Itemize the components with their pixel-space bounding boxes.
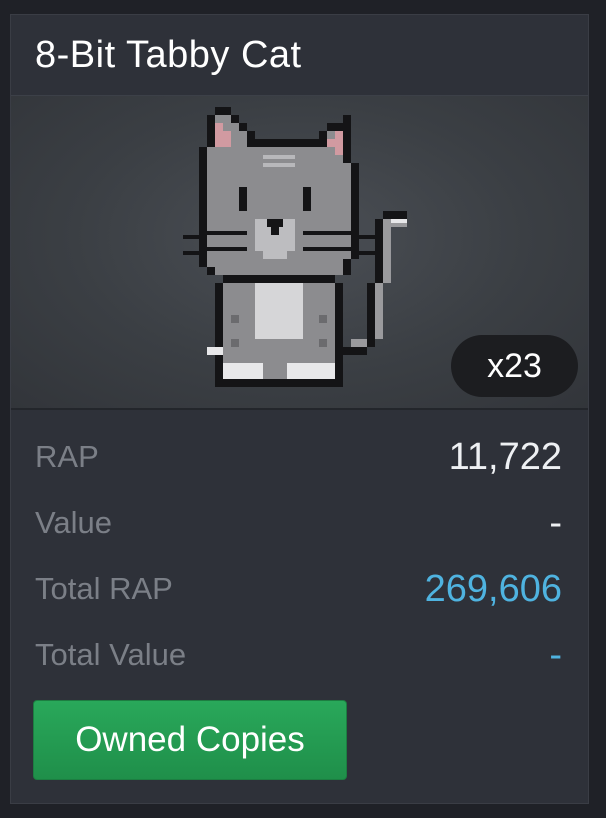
stat-row-total-rap: Total RAP 269,606 [35,556,562,622]
owned-copies-button[interactable]: Owned Copies [33,700,347,780]
value-label: Value [35,505,112,540]
rap-label: RAP [35,439,99,474]
item-count-badge: x23 [451,335,578,397]
card-header: 8-Bit Tabby Cat [11,15,588,96]
pixel-tabby-cat-icon [183,107,407,387]
total-rap-value: 269,606 [424,567,562,610]
stat-row-value: Value - [35,490,562,556]
stat-row-rap: RAP 11,722 [35,424,562,490]
total-rap-label: Total RAP [35,571,173,606]
item-title[interactable]: 8-Bit Tabby Cat [35,34,302,77]
total-value-label: Total Value [35,637,187,672]
item-stats: RAP 11,722 Value - Total RAP 269,606 Tot… [11,410,588,688]
total-value-value: - [549,633,562,676]
value-value: - [549,501,562,544]
item-thumbnail[interactable]: x23 [11,96,588,410]
stat-row-total-value: Total Value - [35,622,562,688]
item-card: 8-Bit Tabby Cat x23 RAP 11,722 Value - T… [10,14,589,804]
rap-value: 11,722 [448,435,562,478]
